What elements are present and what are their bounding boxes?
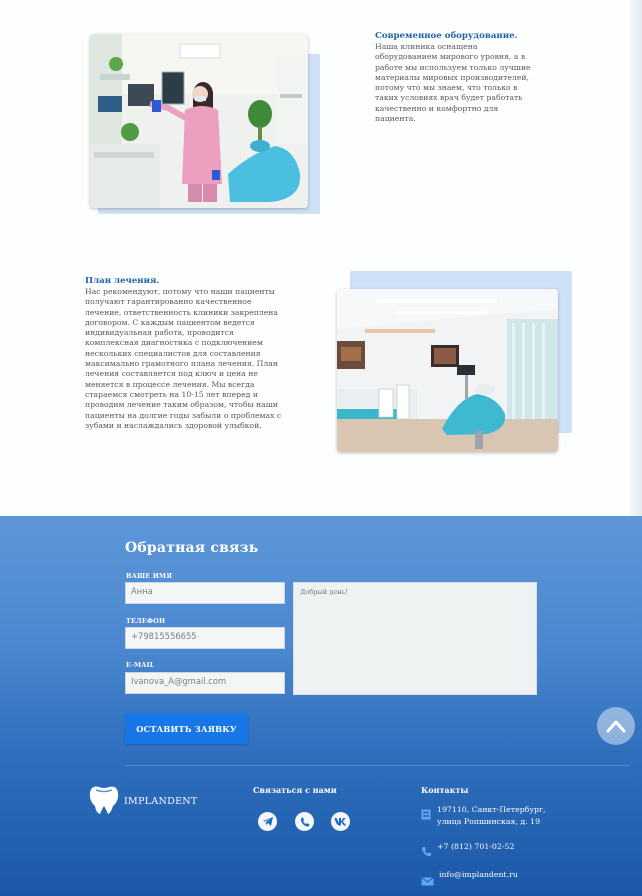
chevron-up-icon bbox=[606, 720, 626, 733]
form-title: Обратная связь bbox=[125, 540, 259, 556]
logo[interactable] bbox=[86, 784, 122, 820]
phone-label: ТЕЛЕФОН bbox=[126, 617, 166, 625]
footer-divider bbox=[125, 765, 630, 766]
telegram-icon bbox=[262, 817, 273, 826]
page-edge bbox=[630, 0, 642, 516]
footer-section bbox=[0, 516, 642, 896]
vk-icon bbox=[334, 818, 347, 826]
email-input[interactable]: Ivanova_A@gmail.com bbox=[125, 672, 285, 694]
address-line: 197110, Санкт-Петербург, bbox=[437, 805, 546, 814]
scroll-to-top-button[interactable] bbox=[597, 707, 635, 745]
feature-text: Наша клиника оснащена оборудованием миро… bbox=[375, 42, 531, 124]
logo-text: IMPLANDENT bbox=[124, 796, 198, 807]
page: Современное оборудование. Наша клиника о… bbox=[0, 0, 642, 896]
email-icon bbox=[421, 871, 434, 890]
tooth-logo-icon bbox=[89, 786, 119, 814]
contacts-title: Контакты bbox=[421, 785, 469, 795]
feature-text: Нас рекомендуют, потому что наши пациент… bbox=[85, 287, 282, 430]
feature-equipment: Современное оборудование. Наша клиника о… bbox=[375, 31, 575, 124]
contact-us-title: Связаться с нами bbox=[253, 785, 337, 795]
message-textarea[interactable]: Добрый день! bbox=[293, 582, 537, 695]
dental-office-photo bbox=[337, 289, 558, 452]
phone-input[interactable]: +79815556655 bbox=[125, 627, 285, 649]
address-line: улица Ропшинская, д. 19 bbox=[437, 816, 541, 826]
address: 197110, Санкт-Петербург, улица Ропшинска… bbox=[437, 804, 546, 827]
feature-treatment-plan: План лечения. Нас рекомендуют, потому чт… bbox=[85, 276, 325, 431]
submit-button[interactable]: ОСТАВИТЬ ЗАЯВКУ bbox=[125, 713, 248, 744]
feature-title: Современное оборудование. bbox=[375, 31, 518, 41]
email-link[interactable]: info@implandent.ru bbox=[439, 869, 518, 881]
name-label: ВАШЕ ИМЯ bbox=[126, 572, 173, 580]
map-icon bbox=[421, 805, 431, 824]
doctor-with-xray-photo bbox=[90, 34, 308, 208]
phone-icon bbox=[421, 842, 432, 861]
email-label: E-MAIL bbox=[126, 661, 155, 669]
whatsapp-link[interactable] bbox=[295, 812, 314, 831]
whatsapp-icon bbox=[300, 816, 309, 827]
name-input[interactable]: Анна bbox=[125, 582, 285, 604]
telegram-link[interactable] bbox=[258, 812, 277, 831]
phone-link[interactable]: +7 (812) 701-02-52 bbox=[437, 841, 514, 853]
feature-title: План лечения. bbox=[85, 276, 160, 286]
vk-link[interactable] bbox=[331, 812, 350, 831]
